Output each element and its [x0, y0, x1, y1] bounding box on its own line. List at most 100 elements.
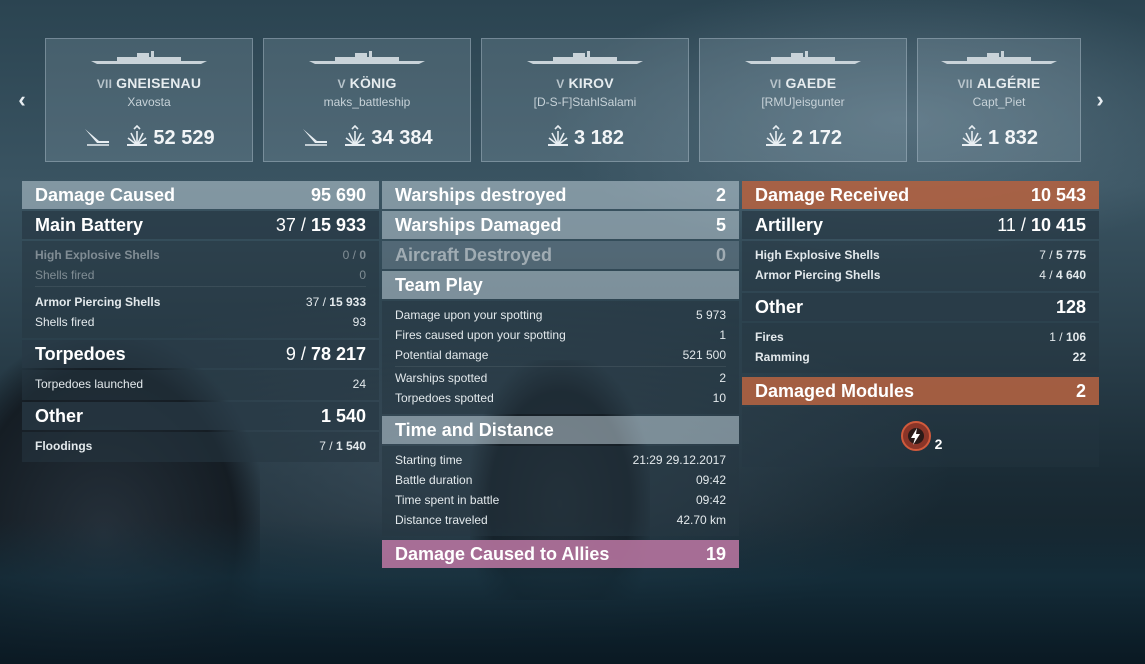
damaged-modules-count: 2	[934, 436, 943, 452]
torpedoes-label: Torpedoes	[35, 343, 126, 364]
carousel-next-arrow-icon[interactable]: ›	[1092, 88, 1108, 112]
time-distance-row: Distance traveled 42.70 km	[395, 510, 726, 530]
torpedoes-hits: 9	[285, 343, 296, 364]
received-ap-label: Armor Piercing Shells	[755, 268, 881, 282]
torpedoes-value: 78 217	[310, 343, 366, 364]
artillery-hits: 11	[997, 214, 1016, 235]
time-distance-row-label: Time spent in battle	[395, 493, 500, 507]
ship-card[interactable]: V KIROV [D-S-F]StahlSalami 3 182	[481, 38, 689, 162]
explosion-icon	[343, 124, 367, 152]
divider	[395, 366, 726, 367]
artillery-block: High Explosive Shells 7 / 5 775 Armor Pi…	[742, 241, 1099, 291]
team-play-row-label: Damage upon your spotting	[395, 308, 543, 322]
main-battery-header: Main Battery 37 / 15 933	[22, 211, 379, 239]
other-received-block: Fires 1 / 106 Ramming 22	[742, 323, 1099, 373]
ship-damage-value: 1 832	[987, 127, 1039, 149]
time-distance-row-label: Distance traveled	[395, 513, 488, 527]
torpedoes-launched-value: 24	[352, 377, 366, 391]
ap-shells-hits: 37	[305, 295, 320, 309]
damage-received-value: 10 543	[1030, 184, 1086, 205]
ship-silhouette-icon	[89, 51, 209, 65]
ship-card[interactable]: V KÖNIG maks_battleship 34 384	[263, 38, 471, 162]
artillery-label: Artillery	[755, 214, 824, 235]
main-battery-value: 15 933	[310, 214, 366, 235]
ship-name-label: GAEDE	[785, 75, 837, 91]
he-shells-row: High Explosive Shells 0 / 0	[35, 248, 366, 262]
ship-damage-value: 2 172	[791, 127, 843, 149]
main-battery-label: Main Battery	[35, 214, 144, 235]
ship-name: V KÖNIG	[264, 75, 470, 91]
aircraft-destroyed-header: Aircraft Destroyed 0	[382, 241, 739, 269]
team-play-row-value: 1	[719, 328, 726, 342]
other-received-label: Other	[755, 296, 804, 317]
team-play-row-value: 5 973	[695, 308, 726, 322]
ship-name-label: KIROV	[568, 75, 614, 91]
ap-shells-row: Armor Piercing Shells 37 / 15 933	[35, 295, 366, 309]
artillery-value: 10 415	[1030, 214, 1086, 235]
team-play-row-value: 10	[712, 391, 726, 405]
ship-tier: V	[556, 77, 565, 91]
team-play-row-label: Potential damage	[395, 348, 489, 362]
damaged-modules-area: 2	[742, 407, 1099, 467]
other-received-header: Other 128	[742, 293, 1099, 321]
time-distance-label: Time and Distance	[395, 419, 554, 440]
damage-caused-label: Damage Caused	[35, 184, 176, 205]
damage-caused-value: 95 690	[310, 184, 366, 205]
warships-damaged-header: Warships Damaged 5	[382, 211, 739, 239]
ship-tier: V	[337, 77, 346, 91]
other-caused-block: Floodings 7 / 1 540	[22, 432, 379, 462]
time-distance-row: Starting time 21:29 29.12.2017	[395, 450, 726, 470]
damage-received-header: Damage Received 10 543	[742, 181, 1099, 209]
floodings-row: Floodings 7 / 1 540	[35, 439, 366, 453]
ship-name: V KIROV	[482, 75, 688, 91]
damaged-modules-label: Damaged Modules	[755, 380, 915, 401]
divider	[35, 286, 366, 287]
ship-card[interactable]: VII ALGÉRIE Capt_Piet 1 832	[917, 38, 1081, 162]
explosion-icon	[960, 124, 984, 152]
time-distance-header: Time and Distance	[382, 416, 739, 444]
ship-damage-value: 3 182	[573, 127, 625, 149]
ramming-row: Ramming 22	[755, 347, 1086, 367]
ap-shells-fired-value: 93	[352, 315, 366, 329]
fires-value: 106	[1065, 330, 1086, 344]
aircraft-destroyed-label: Aircraft Destroyed	[395, 244, 553, 265]
fires-row: Fires 1 / 106	[755, 330, 1086, 344]
warships-destroyed-header: Warships destroyed 2	[382, 181, 739, 209]
he-shells-value: 0	[359, 248, 366, 262]
engine-damage-icon	[899, 419, 933, 456]
received-he-value: 5 775	[1055, 248, 1086, 262]
ship-name: VII GNEISENAU	[46, 75, 252, 91]
ship-card-stats: 3 182	[482, 124, 688, 152]
ship-card[interactable]: VI GAEDE [RMU]eisgunter 2 172	[699, 38, 907, 162]
team-play-row-label: Fires caused upon your spotting	[395, 328, 566, 342]
other-caused-header: Other 1 540	[22, 402, 379, 430]
floodings-hits: 7	[319, 439, 326, 453]
team-play-label: Team Play	[395, 274, 483, 295]
artillery-header: Artillery 11 / 10 415	[742, 211, 1099, 239]
explosion-icon	[125, 124, 149, 152]
damage-received-panel: Damage Received 10 543 Artillery 11 / 10…	[742, 181, 1099, 467]
ap-shells-fired-label: Shells fired	[35, 315, 95, 329]
ramming-label: Ramming	[755, 350, 810, 364]
he-shells-fired-row: Shells fired 0	[35, 265, 366, 285]
carousel-prev-arrow-icon[interactable]: ‹	[14, 88, 30, 112]
fires-hits: 1	[1049, 330, 1056, 344]
ship-card[interactable]: VII GNEISENAU Xavosta 52 529	[45, 38, 253, 162]
player-name: Capt_Piet	[972, 95, 1026, 109]
battle-summary-panel: Warships destroyed 2 Warships Damaged 5 …	[382, 181, 739, 570]
ship-silhouette-icon	[307, 51, 427, 65]
ap-shells-fired-row: Shells fired 93	[35, 312, 366, 332]
ship-silhouette-icon	[939, 51, 1059, 65]
ship-tier: VI	[769, 77, 782, 91]
time-distance-row-value: 09:42	[695, 493, 726, 507]
ship-card-stats: 1 832	[918, 124, 1080, 152]
received-he-label: High Explosive Shells	[755, 248, 880, 262]
main-battery-block: High Explosive Shells 0 / 0 Shells fired…	[22, 241, 379, 338]
ship-tier: VII	[957, 77, 973, 91]
fires-label: Fires	[755, 330, 784, 344]
team-play-row-label: Warships spotted	[395, 371, 488, 385]
torpedo-icon	[83, 125, 111, 152]
he-shells-fired-value: 0	[359, 268, 366, 282]
damage-allies-value: 19	[705, 543, 726, 564]
warships-destroyed-label: Warships destroyed	[395, 184, 567, 205]
